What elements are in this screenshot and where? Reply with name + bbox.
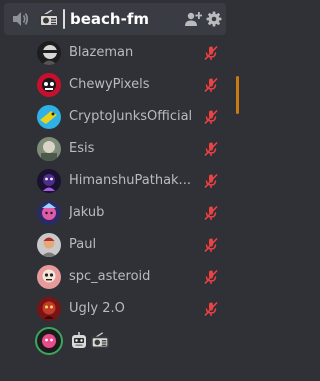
- speaking-indicator: [35, 327, 63, 355]
- member-name: Jakub: [69, 205, 105, 220]
- scrollbar-thumb[interactable]: [236, 76, 239, 114]
- microphone-muted-icon: [204, 173, 218, 189]
- avatar: [37, 105, 61, 129]
- voice-channel-row[interactable]: beach-fm: [4, 3, 226, 35]
- microphone-muted-icon: [204, 141, 218, 157]
- channel-name: beach-fm: [70, 10, 149, 28]
- microphone-muted-icon: [204, 109, 218, 125]
- microphone-muted-icon: [204, 205, 218, 221]
- avatar: [37, 265, 61, 289]
- robot-emoji-icon: [72, 332, 86, 348]
- voice-member-jakub[interactable]: Jakub: [32, 198, 228, 228]
- avatar: [37, 41, 61, 65]
- microphone-muted-icon: [204, 77, 218, 93]
- microphone-muted-icon: [204, 269, 218, 285]
- voice-member-cryptojunksofficial[interactable]: CryptoJunksOfficial: [32, 102, 228, 132]
- microphone-muted-icon: [204, 301, 218, 317]
- speaker-icon: [13, 12, 29, 26]
- avatar: [37, 73, 61, 97]
- member-name: HimanshuPathak...: [69, 173, 191, 188]
- voice-member-spc-asteroid[interactable]: spc_asteroid: [32, 262, 228, 292]
- channel-divider: [63, 9, 65, 29]
- voice-member-esis[interactable]: Esis: [32, 134, 228, 164]
- member-name: Ugly 2.O: [69, 301, 125, 316]
- avatar: [37, 169, 61, 193]
- member-name: Esis: [69, 141, 95, 156]
- avatar: [37, 137, 61, 161]
- member-name: Blazeman: [69, 45, 134, 60]
- radio-emoji-icon: [39, 10, 59, 27]
- voice-member-chewypixels[interactable]: ChewyPixels: [32, 70, 228, 100]
- avatar: [37, 297, 61, 321]
- microphone-muted-icon: [204, 45, 218, 61]
- member-name: Paul: [69, 237, 97, 252]
- voice-member-blazeman[interactable]: Blazeman: [32, 38, 228, 68]
- voice-member-paul[interactable]: Paul: [32, 230, 228, 260]
- member-name: spc_asteroid: [69, 269, 151, 284]
- radio-emoji-icon: [90, 332, 110, 349]
- voice-member-ugly-2o[interactable]: Ugly 2.O: [32, 294, 228, 324]
- microphone-muted-icon: [204, 237, 218, 253]
- invite-icon[interactable]: [184, 11, 202, 27]
- avatar: [37, 233, 61, 257]
- member-name: CryptoJunksOfficial: [69, 109, 193, 124]
- gear-icon[interactable]: [206, 11, 222, 27]
- voice-member-speaking[interactable]: [32, 326, 228, 356]
- avatar: [37, 201, 61, 225]
- member-name: ChewyPixels: [69, 77, 150, 92]
- voice-member-himanshupathak[interactable]: HimanshuPathak...: [32, 166, 228, 196]
- voice-channel-panel: beach-fm Blazeman ChewyPixels CryptoJunk…: [0, 0, 242, 381]
